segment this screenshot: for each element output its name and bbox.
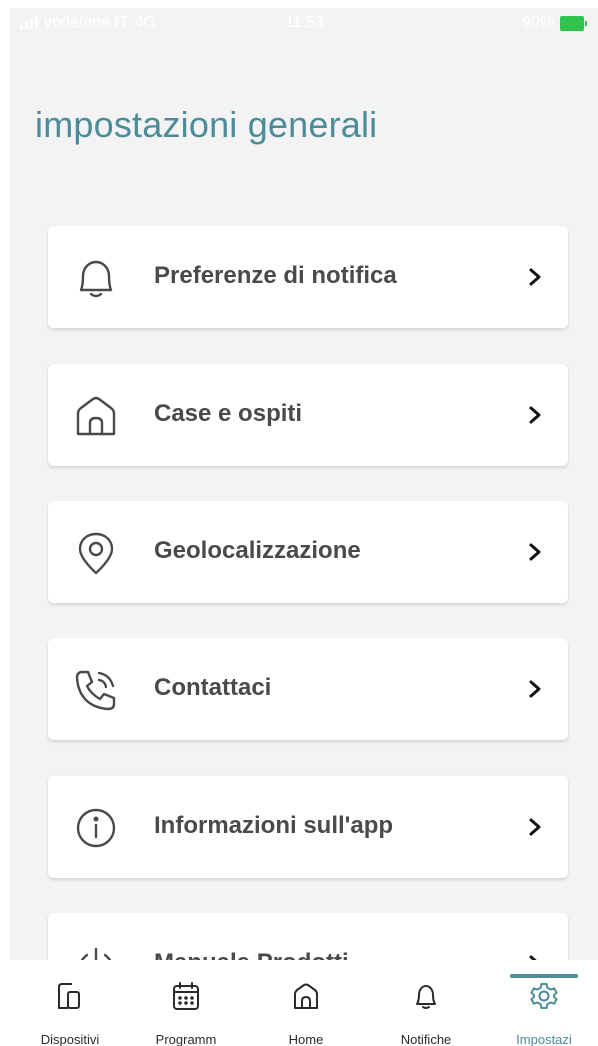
tab-notifiche[interactable]: Notifiche	[371, 960, 481, 1046]
tab-home[interactable]: Home	[251, 960, 361, 1046]
menu-item-label: Preferenze di notifica	[154, 262, 397, 289]
status-left: vodafone IT 4G	[20, 14, 156, 32]
chevron-right-icon	[526, 677, 544, 701]
house-icon	[288, 978, 324, 1014]
chevron-right-icon	[526, 403, 544, 427]
gear-icon	[526, 978, 562, 1014]
tab-dispositivi[interactable]: Dispositivi	[15, 960, 125, 1046]
info-icon	[68, 800, 124, 856]
chevron-right-icon	[526, 265, 544, 289]
tab-programmi[interactable]: Programm	[131, 960, 241, 1046]
menu-item-notification-preferences[interactable]: Preferenze di notifica	[48, 226, 568, 328]
status-right: 90%	[521, 14, 587, 32]
tab-label: Notifiche	[400, 1032, 452, 1046]
menu-item-label: Geolocalizzazione	[154, 537, 361, 564]
menu-item-contact-us[interactable]: Contattaci	[48, 638, 568, 740]
chevron-right-icon	[526, 815, 544, 839]
battery-percent: 90%	[521, 14, 554, 31]
active-tab-indicator	[510, 974, 578, 978]
status-bar: vodafone IT 4G 11:53 90%	[10, 8, 598, 38]
tab-impostazioni[interactable]: Impostazi	[489, 960, 598, 1046]
bottom-tab-bar: Dispositivi Programm Home Notifiche Impo…	[10, 960, 598, 1046]
calendar-icon	[168, 978, 204, 1014]
carrier-name: vodafone IT	[44, 14, 129, 31]
location-pin-icon	[68, 525, 124, 581]
tab-label: Dispositivi	[40, 1032, 100, 1046]
tab-label: Impostazi	[516, 1032, 572, 1046]
settings-screen: vodafone IT 4G 11:53 90% impostazioni ge…	[10, 8, 598, 1046]
house-icon	[68, 388, 124, 444]
tab-label: Programm	[155, 1032, 217, 1046]
devices-icon	[52, 978, 88, 1014]
menu-item-label: Contattaci	[154, 674, 272, 701]
tab-label: Home	[288, 1032, 324, 1046]
chevron-right-icon	[526, 540, 544, 564]
bell-icon	[68, 250, 124, 306]
bell-icon	[408, 978, 444, 1014]
status-time: 11:53	[285, 14, 324, 31]
menu-item-app-info[interactable]: Informazioni sull'app	[48, 776, 568, 878]
signal-icon	[20, 17, 38, 29]
menu-item-geolocation[interactable]: Geolocalizzazione	[48, 501, 568, 603]
menu-item-homes-guests[interactable]: Case e ospiti	[48, 364, 568, 466]
battery-icon	[560, 15, 587, 31]
menu-item-label: Informazioni sull'app	[154, 812, 394, 839]
phone-call-icon	[68, 662, 124, 718]
page-title: impostazioni generali	[35, 104, 378, 145]
network-type: 4G	[134, 14, 156, 31]
menu-item-label: Case e ospiti	[154, 400, 303, 427]
